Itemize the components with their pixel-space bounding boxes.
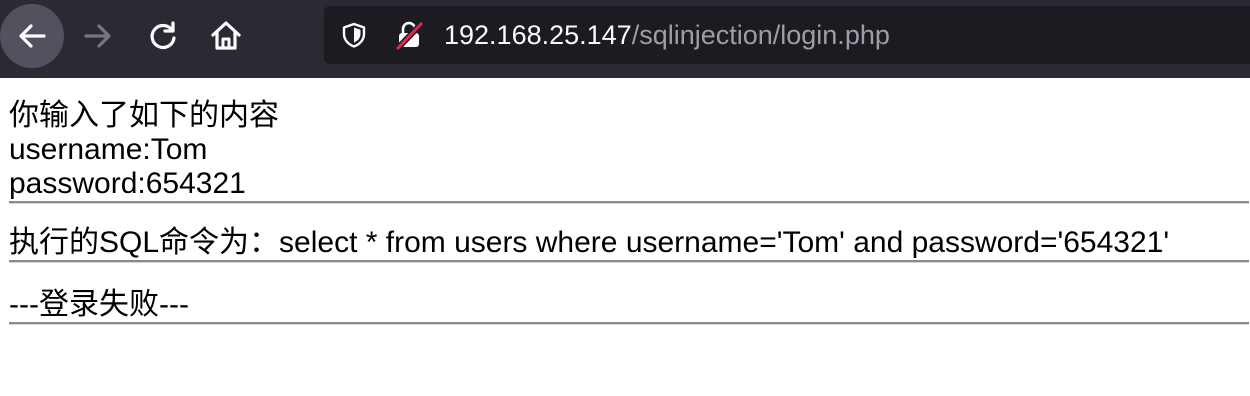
page-content: 你输入了如下的内容 username:Tom password:654321 执… bbox=[0, 78, 1250, 325]
sql-command-line: 执行的SQL命令为：select * from users where user… bbox=[9, 226, 1170, 259]
reload-icon bbox=[150, 21, 176, 50]
insecure-lock-icon[interactable] bbox=[394, 20, 424, 50]
reload-button[interactable] bbox=[131, 4, 195, 68]
home-icon bbox=[211, 21, 241, 50]
divider bbox=[9, 260, 1249, 263]
username-line: username:Tom bbox=[9, 133, 208, 166]
divider bbox=[9, 322, 1249, 325]
address-bar[interactable]: 192.168.25.147/sqlinjection/login.php bbox=[324, 6, 1250, 64]
arrow-left-icon bbox=[19, 24, 46, 48]
shield-icon[interactable] bbox=[340, 21, 368, 49]
url-path: /sqlinjection/login.php bbox=[631, 20, 890, 50]
back-button[interactable] bbox=[0, 4, 64, 68]
home-button[interactable] bbox=[194, 4, 258, 68]
forward-button[interactable] bbox=[66, 4, 130, 68]
url-text[interactable]: 192.168.25.147/sqlinjection/login.php bbox=[444, 19, 890, 51]
password-line: password:654321 bbox=[9, 167, 246, 200]
browser-toolbar: 192.168.25.147/sqlinjection/login.php bbox=[0, 0, 1250, 78]
url-host: 192.168.25.147 bbox=[444, 20, 632, 50]
arrow-right-icon bbox=[84, 24, 111, 48]
login-result: ---登录失败--- bbox=[9, 288, 189, 321]
divider bbox=[9, 201, 1249, 204]
input-heading: 你输入了如下的内容 bbox=[9, 99, 279, 132]
